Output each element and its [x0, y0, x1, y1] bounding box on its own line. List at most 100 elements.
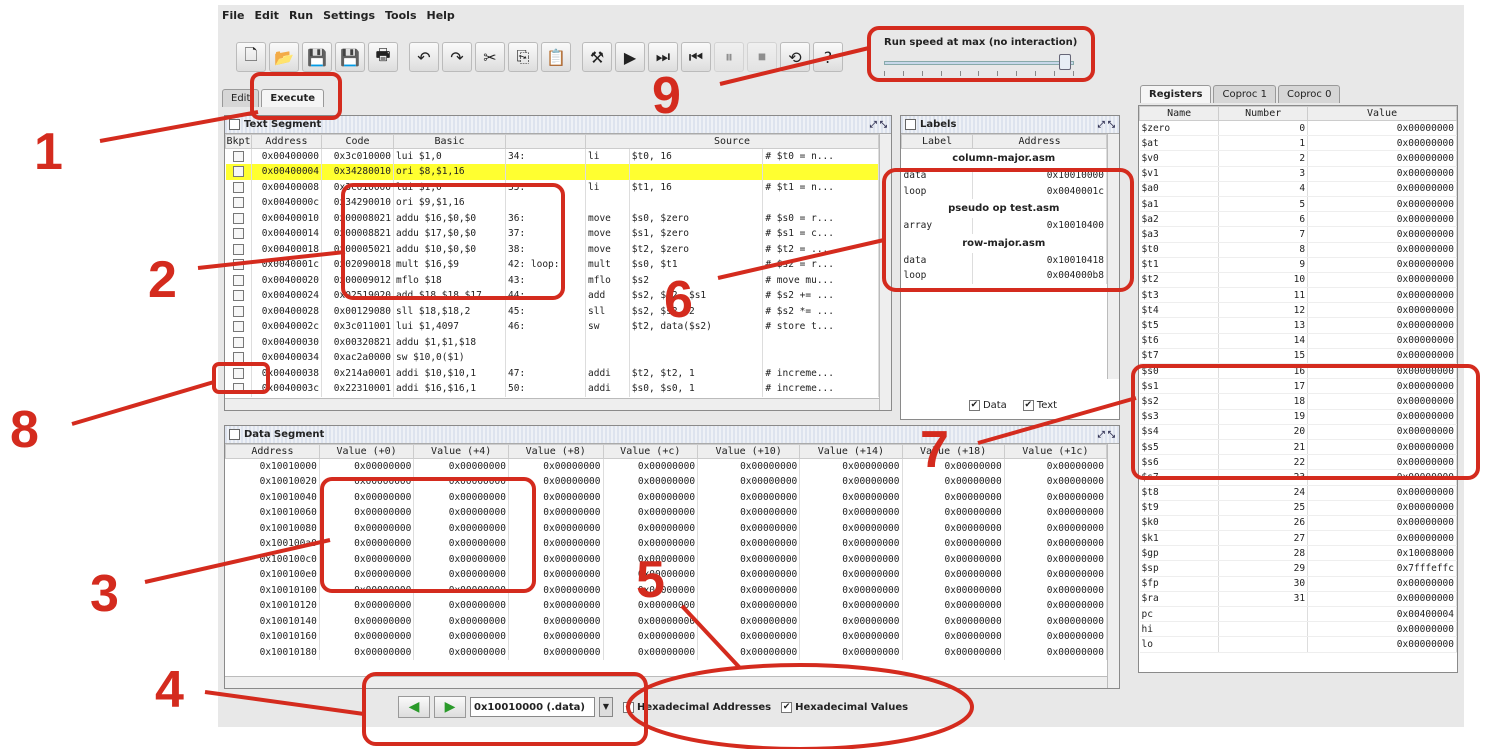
text-segment-row[interactable]: 0x00400010 0x00008021 addu $16,$0,$0 36: mov…: [225, 210, 879, 226]
data-value-cell[interactable]: 0x00000000: [902, 505, 1005, 521]
register-value[interactable]: 0x00000000: [1307, 515, 1457, 532]
tab-coproc0[interactable]: Coproc 0: [1277, 85, 1341, 103]
register-row[interactable]: $s7 23 0x00000000: [1139, 469, 1457, 486]
data-segment-row[interactable]: 0x100100a0 0x00000000 0x00000000 0x00000000…: [225, 536, 1107, 552]
register-value[interactable]: 0x00000000: [1307, 120, 1457, 137]
register-value[interactable]: 0x00000000: [1307, 287, 1457, 304]
text-segment-row[interactable]: 0x00400038 0x214a0001 addi $10,$10,1 47: add…: [225, 365, 879, 381]
register-value[interactable]: 0x00000000: [1307, 469, 1457, 486]
data-value-cell[interactable]: 0x00000000: [697, 598, 801, 614]
breakpoint-checkbox[interactable]: [232, 336, 244, 348]
text-segment-hscroll[interactable]: [225, 398, 879, 410]
label-file-name[interactable]: pseudo op test.asm: [901, 199, 1107, 218]
register-value[interactable]: 0x00000000: [1307, 636, 1457, 653]
register-row[interactable]: $gp 28 0x10008000: [1139, 545, 1457, 562]
register-row[interactable]: $s2 18 0x00000000: [1139, 393, 1457, 410]
register-row[interactable]: $zero 0 0x00000000: [1139, 120, 1457, 137]
run-speed-slider[interactable]: Run speed at max (no interaction): [878, 33, 1088, 83]
data-value-cell[interactable]: 0x00000000: [508, 489, 604, 505]
data-segment-row[interactable]: 0x100100c0 0x00000000 0x00000000 0x00000000…: [225, 551, 1107, 567]
breakpoint-checkbox[interactable]: [232, 151, 244, 162]
data-value-cell[interactable]: 0x00000000: [1004, 458, 1107, 474]
data-value-cell[interactable]: 0x00000000: [413, 644, 509, 660]
breakpoint-cell[interactable]: [225, 303, 252, 319]
register-value[interactable]: 0x00000000: [1307, 409, 1457, 425]
data-col-header[interactable]: Value (+4): [413, 444, 509, 459]
help-icon[interactable]: ?: [813, 42, 843, 72]
data-value-cell[interactable]: 0x00000000: [413, 598, 509, 614]
data-value-cell[interactable]: 0x00000000: [902, 629, 1005, 645]
maximize-icon[interactable]: ⤢ ⤡: [1097, 430, 1115, 440]
data-value-cell[interactable]: 0x00000000: [799, 505, 903, 521]
menu-file[interactable]: File: [222, 9, 245, 27]
register-row[interactable]: $t7 15 0x00000000: [1139, 348, 1457, 365]
breakpoint-checkbox[interactable]: [232, 228, 244, 240]
data-value-cell[interactable]: 0x00000000: [799, 629, 903, 645]
data-value-cell[interactable]: 0x00000000: [319, 598, 415, 614]
data-segment-row[interactable]: 0x10010040 0x00000000 0x00000000 0x00000000…: [225, 489, 1107, 505]
label-file-name[interactable]: row-major.asm: [901, 233, 1107, 253]
register-value[interactable]: 0x00000000: [1307, 333, 1457, 349]
label-row[interactable]: data 0x10010000: [901, 168, 1107, 184]
register-row[interactable]: $t1 9 0x00000000: [1139, 257, 1457, 273]
register-row[interactable]: $v1 3 0x00000000: [1139, 166, 1457, 182]
register-row[interactable]: $s1 17 0x00000000: [1139, 378, 1457, 395]
register-value[interactable]: 0x00400004: [1307, 606, 1457, 623]
redo-icon[interactable]: ↷: [442, 42, 472, 72]
register-row[interactable]: $t4 12 0x00000000: [1139, 302, 1457, 319]
data-value-cell[interactable]: 0x00000000: [902, 520, 1005, 536]
register-row[interactable]: $k1 27 0x00000000: [1139, 530, 1457, 547]
text-segment-row[interactable]: 0x00400000 0x3c010000 lui $1,0 34: li $t0, 16…: [225, 148, 879, 164]
tab-coproc1[interactable]: Coproc 1: [1213, 85, 1276, 103]
register-value[interactable]: 0x00000000: [1307, 591, 1457, 608]
data-value-cell[interactable]: 0x00000000: [603, 644, 699, 660]
data-value-cell[interactable]: 0x00000000: [902, 567, 1005, 583]
breakpoint-cell[interactable]: [225, 226, 252, 242]
register-value[interactable]: 0x00000000: [1307, 500, 1457, 516]
run-icon[interactable]: ▶: [615, 42, 645, 72]
data-value-cell[interactable]: 0x00000000: [413, 536, 509, 552]
data-value-cell[interactable]: 0x00000000: [319, 629, 415, 645]
data-value-cell[interactable]: 0x00000000: [1004, 567, 1107, 583]
register-value[interactable]: 0x00000000: [1307, 242, 1457, 258]
register-row[interactable]: $k0 26 0x00000000: [1139, 515, 1457, 532]
data-value-cell[interactable]: 0x00000000: [603, 489, 699, 505]
data-value-cell[interactable]: 0x00000000: [319, 536, 415, 552]
data-segment-row[interactable]: 0x10010080 0x00000000 0x00000000 0x00000000…: [225, 520, 1107, 536]
pause-icon[interactable]: ⏸: [714, 42, 744, 72]
labels-vscroll[interactable]: [1107, 134, 1119, 379]
data-value-cell[interactable]: 0x00000000: [697, 567, 801, 583]
data-value-cell[interactable]: 0x00000000: [319, 489, 415, 505]
register-row[interactable]: $s0 16 0x00000000: [1139, 363, 1457, 380]
labels-data-checkbox[interactable]: ✔ Data: [968, 400, 1007, 411]
register-value[interactable]: 0x00000000: [1307, 196, 1457, 213]
register-value[interactable]: 0x00000000: [1307, 257, 1457, 273]
register-row[interactable]: $a2 6 0x00000000: [1139, 211, 1457, 228]
data-segment-row[interactable]: 0x10010060 0x00000000 0x00000000 0x00000000…: [225, 505, 1107, 521]
breakpoint-cell[interactable]: [225, 164, 252, 180]
register-row[interactable]: pc 0x00400004: [1139, 606, 1457, 623]
data-segment-vscroll[interactable]: [1107, 444, 1119, 688]
text-segment-row[interactable]: 0x0040000c 0x34290010 ori $9,$1,16: [225, 195, 879, 211]
assemble-icon[interactable]: ⚒: [582, 42, 612, 72]
next-arrow-icon[interactable]: ▶: [434, 696, 466, 718]
data-col-header[interactable]: Value (+1c): [1003, 444, 1107, 459]
labels-text-checkbox[interactable]: ✔ Text: [1022, 400, 1057, 411]
data-segment-row[interactable]: 0x10010140 0x00000000 0x00000000 0x00000000…: [225, 613, 1107, 629]
breakpoint-cell[interactable]: [225, 334, 252, 350]
data-value-cell[interactable]: 0x00000000: [1004, 489, 1107, 505]
breakpoint-cell[interactable]: [225, 148, 252, 164]
label-row[interactable]: array 0x10010400: [901, 218, 1107, 234]
data-value-cell[interactable]: 0x00000000: [603, 505, 699, 521]
breakpoint-checkbox[interactable]: [232, 197, 244, 209]
labels-col-header[interactable]: Label: [901, 134, 974, 149]
data-value-cell[interactable]: 0x00000000: [1004, 644, 1107, 660]
text-segment-row[interactable]: 0x0040001c 0x02090018 mult $16,$9 42: loop:…: [225, 257, 879, 273]
data-value-cell[interactable]: 0x00000000: [603, 613, 699, 629]
data-value-cell[interactable]: 0x00000000: [697, 520, 801, 536]
hex-values-checkbox[interactable]: ✔ Hexadecimal Values: [781, 701, 908, 713]
data-value-cell[interactable]: 0x00000000: [319, 520, 415, 536]
text-segment-vscroll[interactable]: [879, 134, 891, 410]
text-col-header[interactable]: Address: [251, 134, 322, 149]
register-value[interactable]: 0x00000000: [1307, 150, 1457, 167]
